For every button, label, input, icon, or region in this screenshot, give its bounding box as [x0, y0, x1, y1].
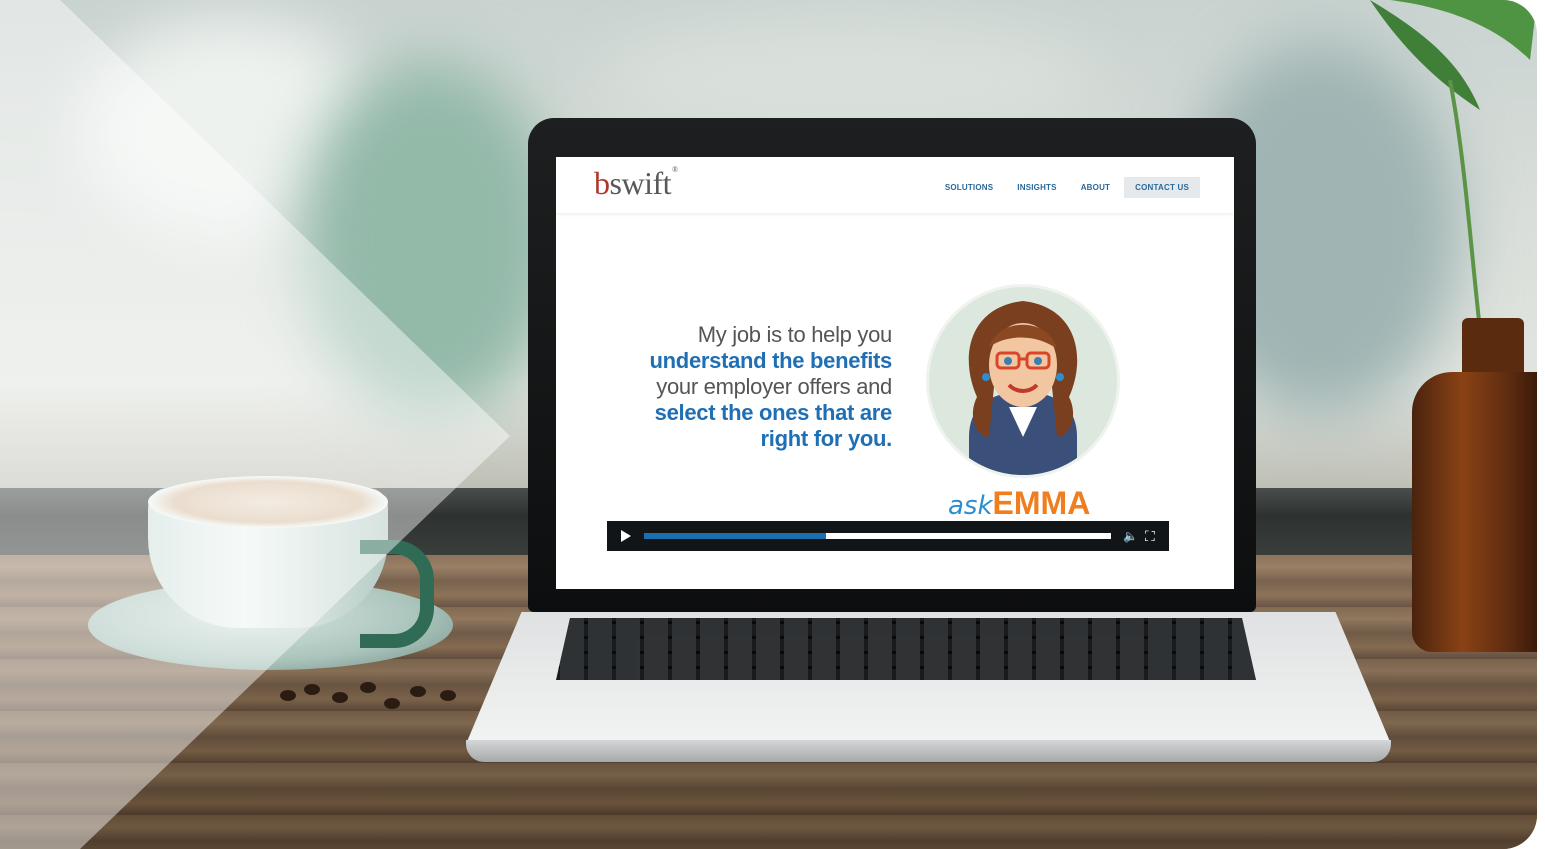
- hero-line-1: My job is to help you: [697, 322, 893, 347]
- video-controls: 🔈 ⛶: [607, 521, 1169, 551]
- nav-solutions[interactable]: SOLUTIONS: [945, 183, 993, 192]
- video-progress-fill: [644, 533, 827, 539]
- ask-emma-badge: askEMMA: [948, 485, 1090, 522]
- emma-text: EMMA: [992, 485, 1091, 521]
- logo-text: swift: [609, 165, 672, 201]
- hero-line-3: your employer offers and: [656, 374, 892, 399]
- logo-letter-b: b: [594, 165, 610, 201]
- main-nav: SOLUTIONS INSIGHTS ABOUT CONTACT US: [921, 177, 1200, 198]
- volume-icon[interactable]: 🔈: [1123, 529, 1138, 543]
- emma-illustration: [968, 301, 1078, 475]
- laptop-base-edge: [466, 740, 1391, 762]
- plant-leaf: [1370, 0, 1537, 330]
- nav-insights[interactable]: INSIGHTS: [1017, 183, 1056, 192]
- laptop-screen: bswift® SOLUTIONS INSIGHTS ABOUT CONTACT…: [556, 157, 1234, 589]
- bottle-neck: [1462, 318, 1524, 378]
- hero-line-5: right for you.: [760, 426, 893, 451]
- fullscreen-icon[interactable]: ⛶: [1145, 528, 1155, 545]
- video-progress-bar[interactable]: [644, 533, 1111, 539]
- hero-line-4: select the ones that are: [654, 400, 893, 425]
- keyboard-keys: [556, 618, 1256, 680]
- ask-text: ask: [948, 491, 993, 521]
- nav-contact-us-button[interactable]: CONTACT US: [1124, 177, 1200, 198]
- chevron-overlay: [0, 0, 510, 849]
- bswift-logo[interactable]: bswift®: [594, 165, 678, 202]
- hero-line-2: understand the benefits: [649, 348, 893, 373]
- hero-message: My job is to help you understand the ben…: [649, 322, 893, 452]
- laptop-keyboard: [556, 618, 1256, 680]
- logo-trademark: ®: [672, 165, 678, 174]
- play-icon[interactable]: [621, 530, 631, 542]
- nav-about[interactable]: ABOUT: [1081, 183, 1110, 192]
- photo-background: bswift® SOLUTIONS INSIGHTS ABOUT CONTACT…: [0, 0, 1537, 849]
- emma-avatar: [926, 284, 1120, 478]
- site-header: bswift® SOLUTIONS INSIGHTS ABOUT CONTACT…: [556, 157, 1234, 213]
- amber-bottle: [1412, 372, 1537, 652]
